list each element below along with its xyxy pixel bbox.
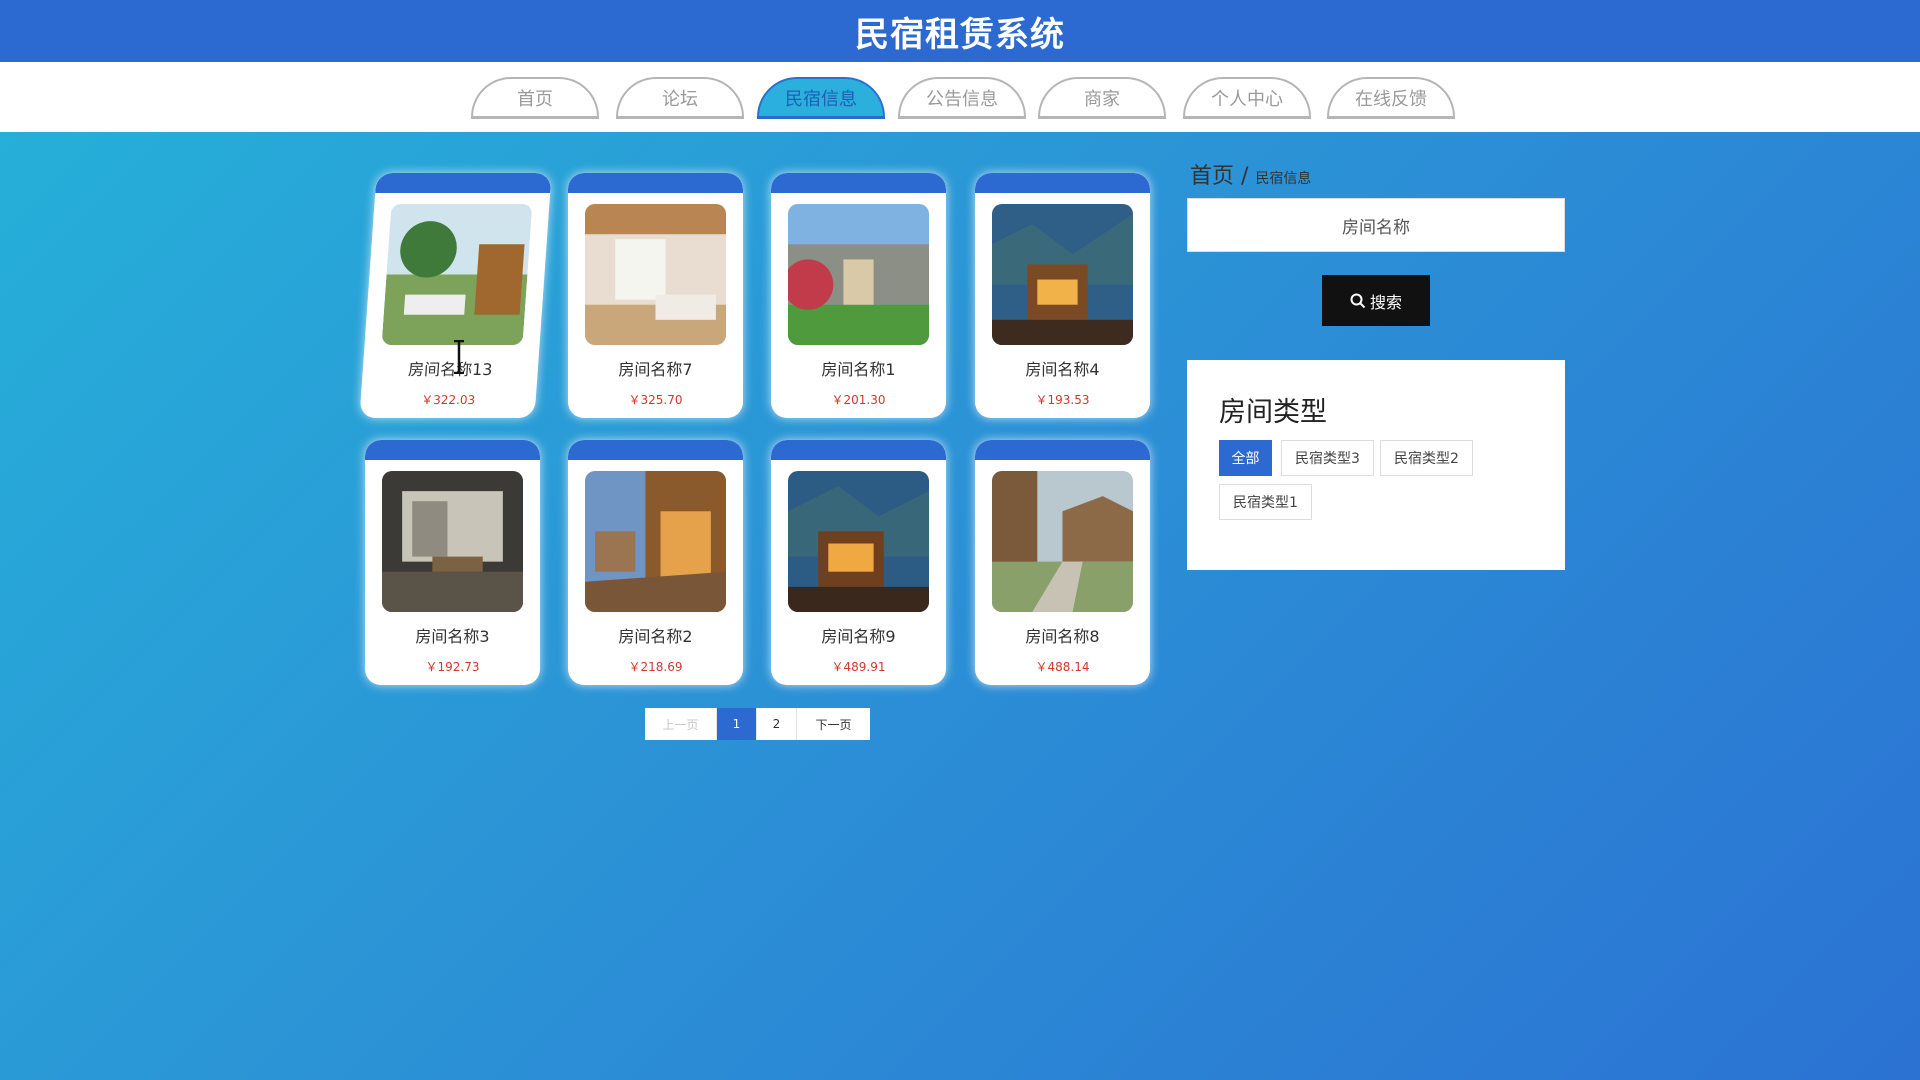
room-price: ￥218.69: [628, 660, 683, 674]
prev-page-button[interactable]: 上一页: [645, 708, 717, 740]
room-name[interactable]: 房间名称7: [568, 356, 743, 380]
card-header-bar: [975, 440, 1150, 460]
room-price: ￥488.14: [1035, 660, 1090, 674]
room-type-panel: 房间类型 全部 民宿类型3 民宿类型2 民宿类型1: [1187, 360, 1565, 570]
room-card[interactable]: 房间名称9 ￥489.91: [771, 440, 946, 685]
card-header-bar: [568, 173, 743, 193]
room-name-search-input[interactable]: 房间名称: [1187, 198, 1565, 252]
room-card[interactable]: 房间名称7 ￥325.70: [568, 173, 743, 418]
breadcrumb: 首页 / 民宿信息: [1190, 158, 1311, 190]
tab-home[interactable]: 首页: [471, 77, 599, 119]
card-header-bar: [975, 173, 1150, 193]
card-header-bar: [365, 440, 540, 460]
room-name[interactable]: 房间名称8: [975, 623, 1150, 647]
room-card[interactable]: 房间名称2 ￥218.69: [568, 440, 743, 685]
room-name[interactable]: 房间名称9: [771, 623, 946, 647]
room-photo[interactable]: [585, 471, 726, 612]
card-header-bar: [568, 440, 743, 460]
card-header-bar: [771, 440, 946, 460]
room-name[interactable]: 房间名称3: [365, 623, 540, 647]
type-filter-2[interactable]: 民宿类型2: [1380, 440, 1473, 476]
room-photo[interactable]: [788, 471, 929, 612]
breadcrumb-separator: /: [1241, 164, 1249, 189]
type-filter-1[interactable]: 民宿类型1: [1219, 484, 1312, 520]
main-nav: 首页 论坛 民宿信息 公告信息 商家 个人中心 在线反馈: [0, 62, 1920, 132]
tab-online-feedback[interactable]: 在线反馈: [1327, 77, 1455, 119]
tab-homestay-info[interactable]: 民宿信息: [757, 77, 885, 119]
tab-merchants[interactable]: 商家: [1038, 77, 1166, 119]
room-price: ￥192.73: [425, 660, 480, 674]
app-header: 民宿租赁系统: [0, 0, 1920, 62]
tab-forum[interactable]: 论坛: [616, 77, 744, 119]
page-button-2[interactable]: 2: [757, 708, 797, 740]
type-filter-all[interactable]: 全部: [1219, 440, 1272, 476]
room-price: ￥201.30: [831, 393, 886, 407]
room-price: ￥325.70: [628, 393, 683, 407]
room-name[interactable]: 房间名称2: [568, 623, 743, 647]
room-price: ￥322.03: [420, 393, 476, 407]
room-photo[interactable]: [992, 471, 1133, 612]
breadcrumb-home[interactable]: 首页: [1190, 164, 1234, 189]
search-button[interactable]: 搜索: [1322, 275, 1430, 326]
room-photo[interactable]: [382, 471, 523, 612]
room-photo[interactable]: [381, 204, 533, 345]
room-photo[interactable]: [585, 204, 726, 345]
room-card[interactable]: 房间名称8 ￥488.14: [975, 440, 1150, 685]
room-card[interactable]: 房间名称13 ￥322.03: [359, 173, 552, 418]
room-name[interactable]: 房间名称1: [771, 356, 946, 380]
text-cursor-icon: [454, 340, 464, 374]
room-card[interactable]: 房间名称3 ￥192.73: [365, 440, 540, 685]
tab-announcements[interactable]: 公告信息: [898, 77, 1026, 119]
room-photo[interactable]: [788, 204, 929, 345]
page-button-1[interactable]: 1: [717, 708, 757, 740]
room-type-title: 房间类型: [1219, 397, 1327, 428]
breadcrumb-current: 民宿信息: [1255, 171, 1312, 187]
search-icon: [1350, 293, 1366, 308]
pagination: 上一页 1 2 下一页: [645, 708, 870, 740]
next-page-button[interactable]: 下一页: [797, 708, 870, 740]
card-header-bar: [771, 173, 946, 193]
room-price: ￥193.53: [1035, 393, 1090, 407]
room-photo[interactable]: [992, 204, 1133, 345]
app-title: 民宿租赁系统: [855, 14, 1065, 55]
room-name[interactable]: 房间名称13: [362, 356, 539, 380]
search-button-label: 搜索: [1369, 292, 1402, 312]
tab-personal-center[interactable]: 个人中心: [1183, 77, 1311, 119]
card-header-bar: [375, 173, 552, 193]
room-card[interactable]: 房间名称4 ￥193.53: [975, 173, 1150, 418]
room-price: ￥489.91: [831, 660, 886, 674]
type-filter-3[interactable]: 民宿类型3: [1281, 440, 1374, 476]
room-name[interactable]: 房间名称4: [975, 356, 1150, 380]
room-card[interactable]: 房间名称1 ￥201.30: [771, 173, 946, 418]
